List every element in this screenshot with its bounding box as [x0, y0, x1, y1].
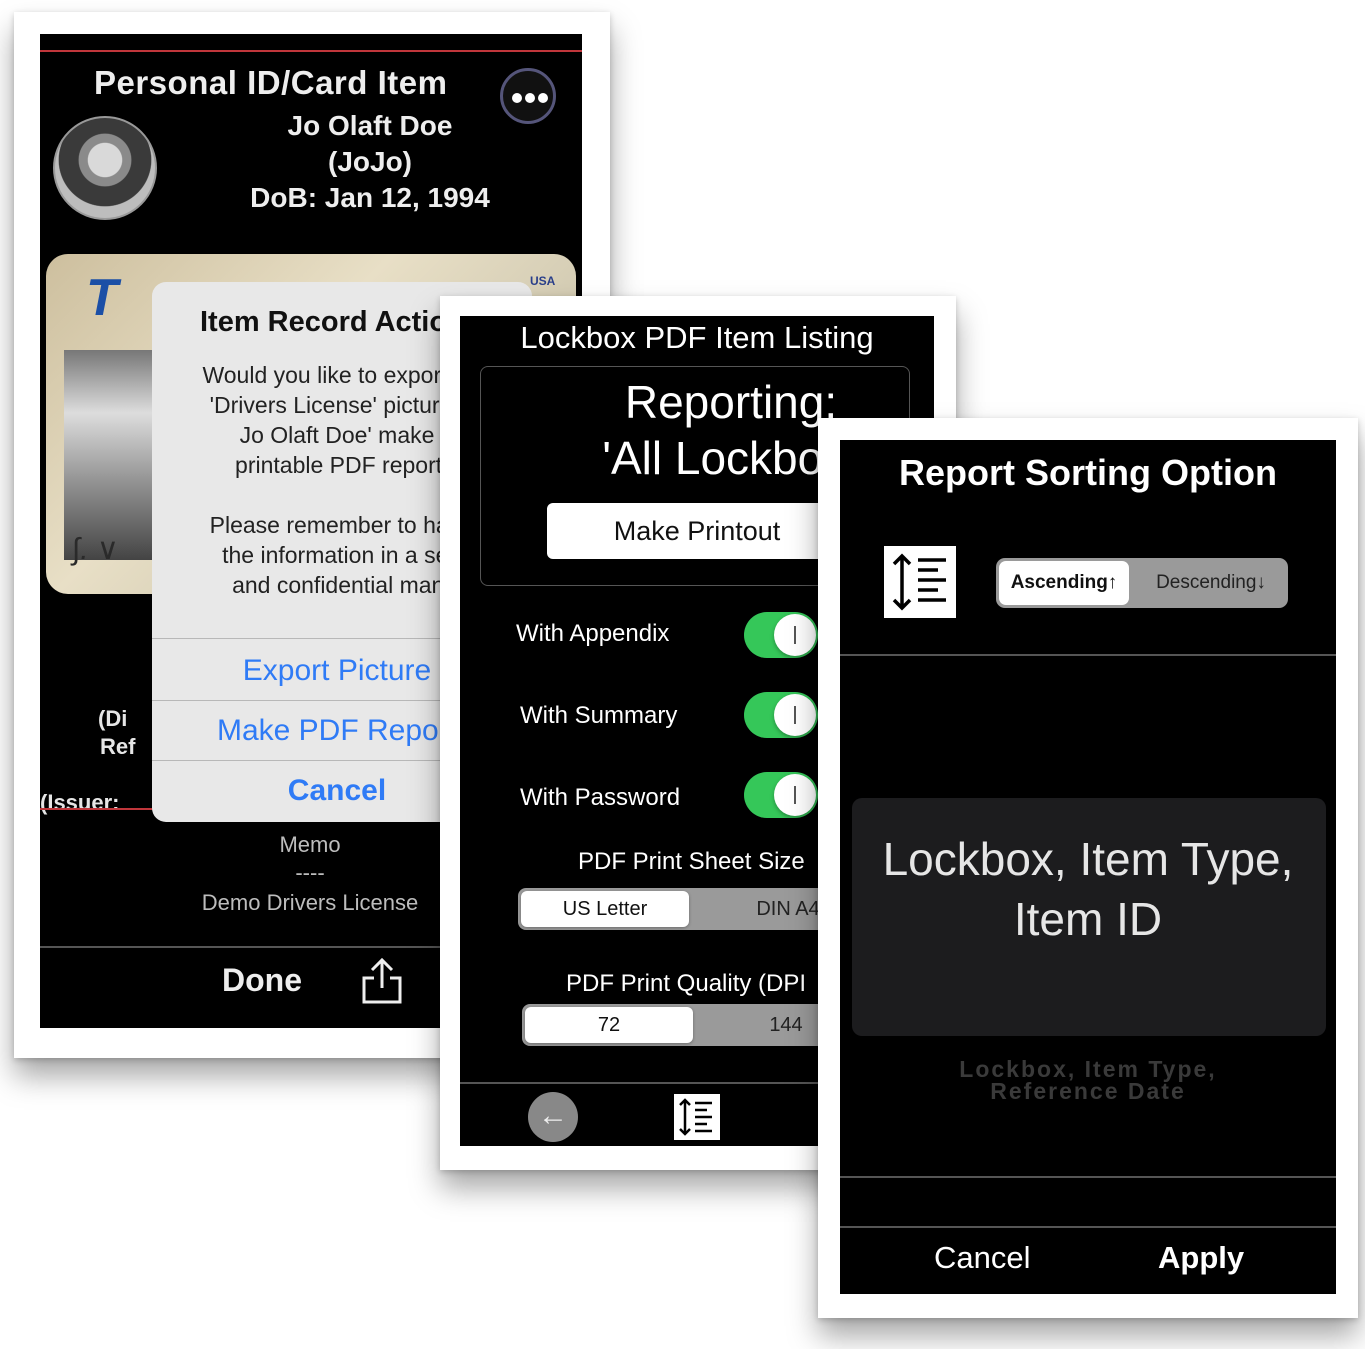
print-quality-label: PDF Print Quality (DPI [566, 970, 807, 997]
toggle-label-summary: With Summary [520, 702, 678, 729]
license-signature-icon: ∫. ∨ [72, 533, 119, 566]
picker-next-option-cont[interactable]: Reference Date [840, 1078, 1336, 1105]
quality-option-72[interactable]: 72 [522, 1004, 696, 1046]
page-title: Lockbox PDF Item Listing [520, 320, 874, 355]
memo-label: Memo [279, 832, 341, 857]
page-title: Report Sorting Option [899, 452, 1277, 493]
card-report-sorting-option: Report Sorting Option Ascending↑ Descend… [818, 418, 1358, 1318]
arrow-left-icon[interactable]: ← [528, 1092, 578, 1142]
sort-order-icon[interactable] [674, 1094, 720, 1140]
page-title: Personal ID/Card Item [94, 64, 448, 101]
sheet-size-label: PDF Print Sheet Size [578, 848, 805, 875]
done-button[interactable]: Done [222, 962, 302, 999]
toggle-label-password: With Password [520, 784, 681, 811]
field-label-partial: (Di [98, 706, 128, 731]
password-toggle[interactable] [744, 772, 818, 818]
cancel-button[interactable]: Cancel [934, 1240, 1031, 1276]
section-divider [840, 654, 1336, 656]
sort-order-icon [884, 546, 956, 618]
dialog-title: Item Record Actio [200, 306, 448, 338]
person-name: Jo Olaft Doe [287, 110, 453, 141]
screen-report-sorting-option: Report Sorting Option Ascending↑ Descend… [840, 440, 1336, 1294]
picker-selected-option[interactable]: Lockbox, Item Type, [840, 832, 1336, 886]
toggle-label-appendix: With Appendix [516, 620, 670, 647]
ascending-option[interactable]: Ascending↑ [996, 558, 1132, 608]
memo-separator: ---- [295, 860, 325, 885]
toolbar-divider [840, 1226, 1336, 1228]
license-logo-icon: T [86, 269, 118, 327]
person-dob: DoB: Jan 12, 1994 [250, 182, 490, 213]
apply-button[interactable]: Apply [1158, 1240, 1244, 1276]
person-nickname: (JoJo) [328, 146, 412, 177]
make-printout-button[interactable]: Make Printout [547, 503, 847, 559]
sheet-option-us-letter[interactable]: US Letter [518, 888, 692, 930]
header-accent-line [40, 50, 582, 52]
picker-selected-option-cont[interactable]: Item ID [840, 892, 1336, 946]
appendix-toggle[interactable] [744, 612, 818, 658]
descending-option[interactable]: Descending↓ [1136, 558, 1286, 608]
share-icon[interactable] [360, 956, 404, 1006]
avatar [53, 116, 157, 220]
section-divider [840, 1176, 1336, 1178]
license-flag-icon: USA [530, 274, 556, 288]
sort-direction-segmented-control[interactable]: Ascending↑ Descending↓ [996, 558, 1288, 608]
field-ref-partial: Ref [100, 734, 136, 759]
memo-text: Demo Drivers License [201, 890, 419, 915]
summary-toggle[interactable] [744, 692, 818, 738]
issuer-partial: (Issuer: [40, 790, 120, 815]
license-portrait [64, 350, 164, 560]
dialog-message-line: Would you like to export [202, 362, 448, 388]
